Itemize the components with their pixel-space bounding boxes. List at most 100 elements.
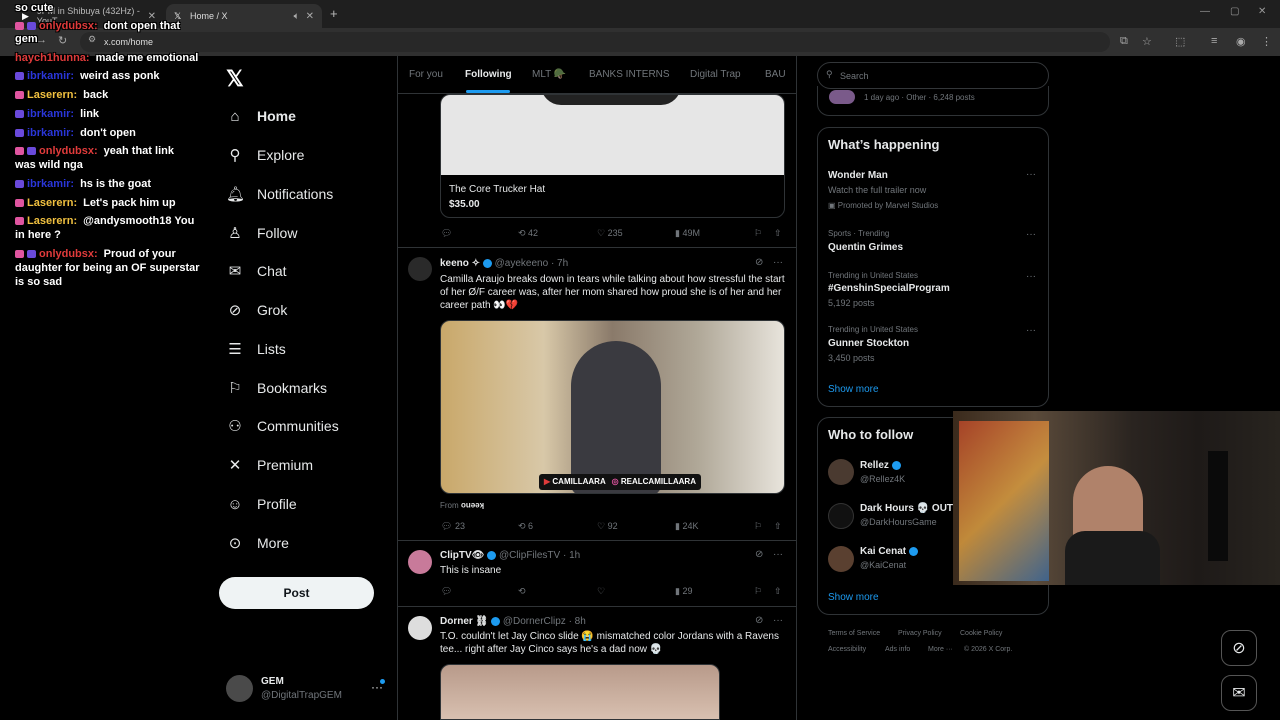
bookmark-icon[interactable]: ⚐ [754, 586, 762, 597]
nav-lists[interactable]: ☰ Lists [226, 337, 286, 361]
nav-bookmarks[interactable]: ⚐ Bookmarks [226, 376, 327, 400]
avatar[interactable] [408, 550, 432, 574]
tab-for-you[interactable]: For you [409, 69, 443, 80]
site-info-icon[interactable]: ⚙ [88, 34, 96, 45]
trend-name[interactable]: Quentin Grimes [828, 242, 903, 253]
account-handle[interactable]: @DigitalTrapGEM [261, 690, 342, 701]
footer-link[interactable]: More ··· [928, 646, 953, 653]
trend-more-icon[interactable]: ··· [1026, 169, 1036, 180]
nav-explore[interactable]: ⚲ Explore [226, 143, 305, 167]
footer-link[interactable]: Privacy Policy [898, 630, 942, 637]
footer-link[interactable]: Accessibility [828, 646, 866, 653]
search-input[interactable]: Search [817, 62, 1049, 89]
post-video[interactable]: ▶ CAMILLAARA ◎ REALCAMILLAARA [440, 320, 785, 494]
like-button[interactable]: ♡ 92 [597, 521, 618, 532]
avatar[interactable] [828, 459, 854, 485]
account-name[interactable]: GEM [261, 676, 284, 687]
trend-more-icon[interactable]: ··· [1026, 325, 1036, 336]
nav-notifications[interactable]: 🔔︎ Notifications [226, 182, 333, 206]
post-author[interactable]: ClipTV👁 @ClipFilesTV · 1h [440, 550, 580, 561]
minimize-icon[interactable]: — [1200, 6, 1210, 17]
post-more-icon[interactable]: ··· [773, 549, 783, 560]
views-button[interactable]: ▮ 49M [675, 228, 700, 239]
from-label[interactable]: From keeno [440, 501, 484, 510]
product-card[interactable]: The Core Trucker Hat $35.00 [440, 94, 785, 218]
media-icon[interactable]: ≡ [1211, 35, 1217, 47]
trend-more-icon[interactable]: ··· [1026, 271, 1036, 282]
post-image[interactable] [440, 664, 720, 720]
share-icon[interactable]: ⇧ [774, 586, 782, 597]
nav-communities[interactable]: ⚇ Communities [226, 414, 338, 438]
grok-post-icon[interactable]: ⊘ [755, 615, 763, 626]
url-field[interactable]: x.com/home [80, 32, 1110, 52]
new-tab-button[interactable]: + [330, 6, 338, 21]
reload-icon[interactable]: ↻ [58, 34, 67, 47]
bookmark-icon[interactable]: ⚐ [754, 521, 762, 532]
bookmark-icon[interactable]: ⚐ [754, 228, 762, 239]
tab-digital-trap[interactable]: Digital Trap [690, 69, 741, 80]
post-button[interactable]: Post [219, 577, 374, 609]
share-icon[interactable]: ⇧ [774, 521, 782, 532]
views-button[interactable]: ▮ 29 [675, 586, 692, 597]
share-icon[interactable]: ⇧ [774, 228, 782, 239]
nav-follow[interactable]: ♙ Follow [226, 221, 297, 245]
like-icon[interactable]: ♡ [597, 586, 605, 597]
user-name[interactable]: Dark Hours 💀 OUT [860, 503, 953, 514]
maximize-icon[interactable]: ▢ [1230, 6, 1239, 17]
views-button[interactable]: ▮ 24K [675, 521, 698, 532]
avatar[interactable] [828, 546, 854, 572]
mute-icon[interactable]: 🔈︎ [294, 11, 300, 22]
grok-post-icon[interactable]: ⊘ [755, 257, 763, 268]
nav-label: Explore [257, 147, 305, 163]
trend-name[interactable]: Gunner Stockton [828, 338, 909, 349]
trend-name[interactable]: Wonder Man [828, 170, 888, 181]
tab-following[interactable]: Following [465, 69, 512, 80]
user-name[interactable]: Kai Cenat [860, 546, 918, 557]
reply-icon[interactable]: 💬︎ [441, 586, 452, 597]
avatar[interactable] [408, 616, 432, 640]
close-tab-icon[interactable]: ✕ [306, 11, 314, 22]
post-author[interactable]: Dorner ⛓ @DornerClipz · 8h [440, 616, 586, 627]
profile-icon[interactable]: ◉ [1236, 35, 1246, 48]
nav-premium[interactable]: ✕ Premium [226, 453, 313, 477]
repost-button[interactable]: ⟲ 42 [518, 228, 538, 239]
repost-button[interactable]: ⟲ 6 [518, 521, 533, 532]
footer-link[interactable]: Cookie Policy [960, 630, 1002, 637]
whats-happening-panel [817, 127, 1049, 407]
post-more-icon[interactable]: ··· [773, 257, 783, 268]
tab-mlt[interactable]: MLT 🪖 [532, 69, 566, 80]
nav-home[interactable]: ⌂ Home [226, 104, 295, 128]
nav-chat[interactable]: ✉ Chat [226, 259, 287, 283]
browser-tab-x[interactable]: 𝕏 Home / X 🔈︎ ✕ [166, 4, 322, 28]
x-logo[interactable]: 𝕏 [226, 66, 244, 92]
nav-profile[interactable]: ☺ Profile [226, 492, 296, 516]
extensions-icon[interactable]: ⬚ [1175, 35, 1185, 48]
grok-float-button[interactable]: ⊘ [1221, 630, 1257, 666]
menu-icon[interactable]: ⋮ [1261, 35, 1272, 48]
reply-button[interactable]: 💬︎ 23 [441, 521, 465, 532]
footer-link[interactable]: Ads info [885, 646, 910, 653]
tab-banks-interns[interactable]: BANKS INTERNS [589, 69, 670, 80]
install-icon[interactable]: ⧉ [1120, 35, 1128, 48]
user-name[interactable]: Rellez [860, 460, 901, 471]
like-button[interactable]: ♡ 235 [597, 228, 623, 239]
close-window-icon[interactable]: ✕ [1258, 6, 1266, 17]
avatar[interactable] [828, 503, 854, 529]
show-more-link[interactable]: Show more [828, 592, 879, 603]
grok-post-icon[interactable]: ⊘ [755, 549, 763, 560]
post-more-icon[interactable]: ··· [773, 615, 783, 626]
nav-grok[interactable]: ⊘ Grok [226, 298, 288, 322]
reply-icon[interactable]: 💬︎ [441, 228, 452, 239]
trend-more-icon[interactable]: ··· [1026, 229, 1036, 240]
trend-name[interactable]: #GenshinSpecialProgram [828, 283, 950, 294]
tab-bau[interactable]: BAU [765, 69, 786, 80]
post-author[interactable]: keeno ✧ @ayekeeno · 7h [440, 258, 568, 269]
show-more-link[interactable]: Show more [828, 384, 879, 395]
bookmark-star-icon[interactable]: ☆ [1142, 35, 1152, 48]
repost-icon[interactable]: ⟲ [518, 586, 526, 597]
avatar[interactable] [408, 257, 432, 281]
footer-link[interactable]: Terms of Service [828, 630, 880, 637]
messages-float-button[interactable]: ✉ [1221, 675, 1257, 711]
nav-more[interactable]: ⊙ More [226, 531, 289, 555]
account-avatar[interactable] [226, 675, 253, 702]
